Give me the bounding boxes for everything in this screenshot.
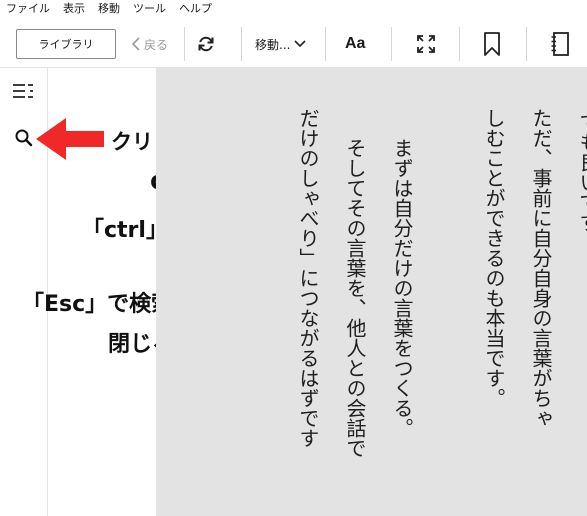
- text-column: まずは自分だけの言葉をつくる。: [390, 138, 414, 438]
- table-of-contents-icon: [13, 84, 33, 98]
- back-label: 戻る: [144, 37, 169, 52]
- toolbar-separator: [184, 27, 185, 61]
- menu-go[interactable]: 移動: [92, 0, 127, 18]
- menu-bar: ファイル 表示 移動 ツール ヘルプ: [0, 0, 587, 18]
- book-page: ても良いです ただ、事前に自分自身の言葉がちゃ しむことができるのも本当です。 …: [156, 68, 587, 516]
- font-settings-button[interactable]: Aa: [345, 31, 365, 57]
- toolbar-separator: [325, 27, 326, 61]
- toolbar-separator: [526, 27, 527, 61]
- menu-tools[interactable]: ツール: [127, 0, 173, 18]
- text-column: だけのしゃべり」につながるはずです: [296, 108, 320, 448]
- library-button[interactable]: ライブラリ: [16, 29, 116, 59]
- menu-help[interactable]: ヘルプ: [173, 0, 219, 18]
- toolbar-separator: [459, 27, 460, 61]
- toolbar-separator: [241, 27, 242, 61]
- bookmark-icon: [484, 32, 500, 56]
- toc-button[interactable]: [12, 83, 36, 99]
- fullscreen-button[interactable]: [414, 32, 438, 56]
- goto-label: 移動...: [255, 37, 291, 52]
- refresh-button[interactable]: [194, 32, 218, 56]
- chevron-left-icon: [131, 37, 140, 51]
- bookmark-button[interactable]: [480, 30, 504, 58]
- search-button[interactable]: [14, 128, 34, 148]
- text-column: ただ、事前に自分自身の言葉がちゃ: [529, 108, 553, 428]
- text-column: そしてその言葉を、他人との会話で: [343, 138, 367, 458]
- menu-file[interactable]: ファイル: [0, 0, 57, 18]
- refresh-icon: [198, 36, 214, 52]
- text-column: しむことができるのも本当です。: [482, 108, 506, 408]
- text-column: ても良いです: [576, 112, 587, 232]
- menu-view[interactable]: 表示: [57, 0, 92, 18]
- search-icon: [15, 129, 33, 147]
- back-button[interactable]: 戻る: [131, 32, 168, 56]
- chevron-down-icon: [294, 40, 307, 48]
- toolbar-separator: [391, 27, 392, 61]
- fullscreen-icon: [417, 35, 435, 53]
- red-arrow-annotation: [36, 118, 104, 160]
- notebook-icon: [551, 32, 569, 56]
- notes-button[interactable]: [548, 30, 572, 58]
- toolbar: ライブラリ 戻る 移動... Aa: [0, 18, 587, 68]
- goto-dropdown[interactable]: 移動...: [255, 32, 307, 56]
